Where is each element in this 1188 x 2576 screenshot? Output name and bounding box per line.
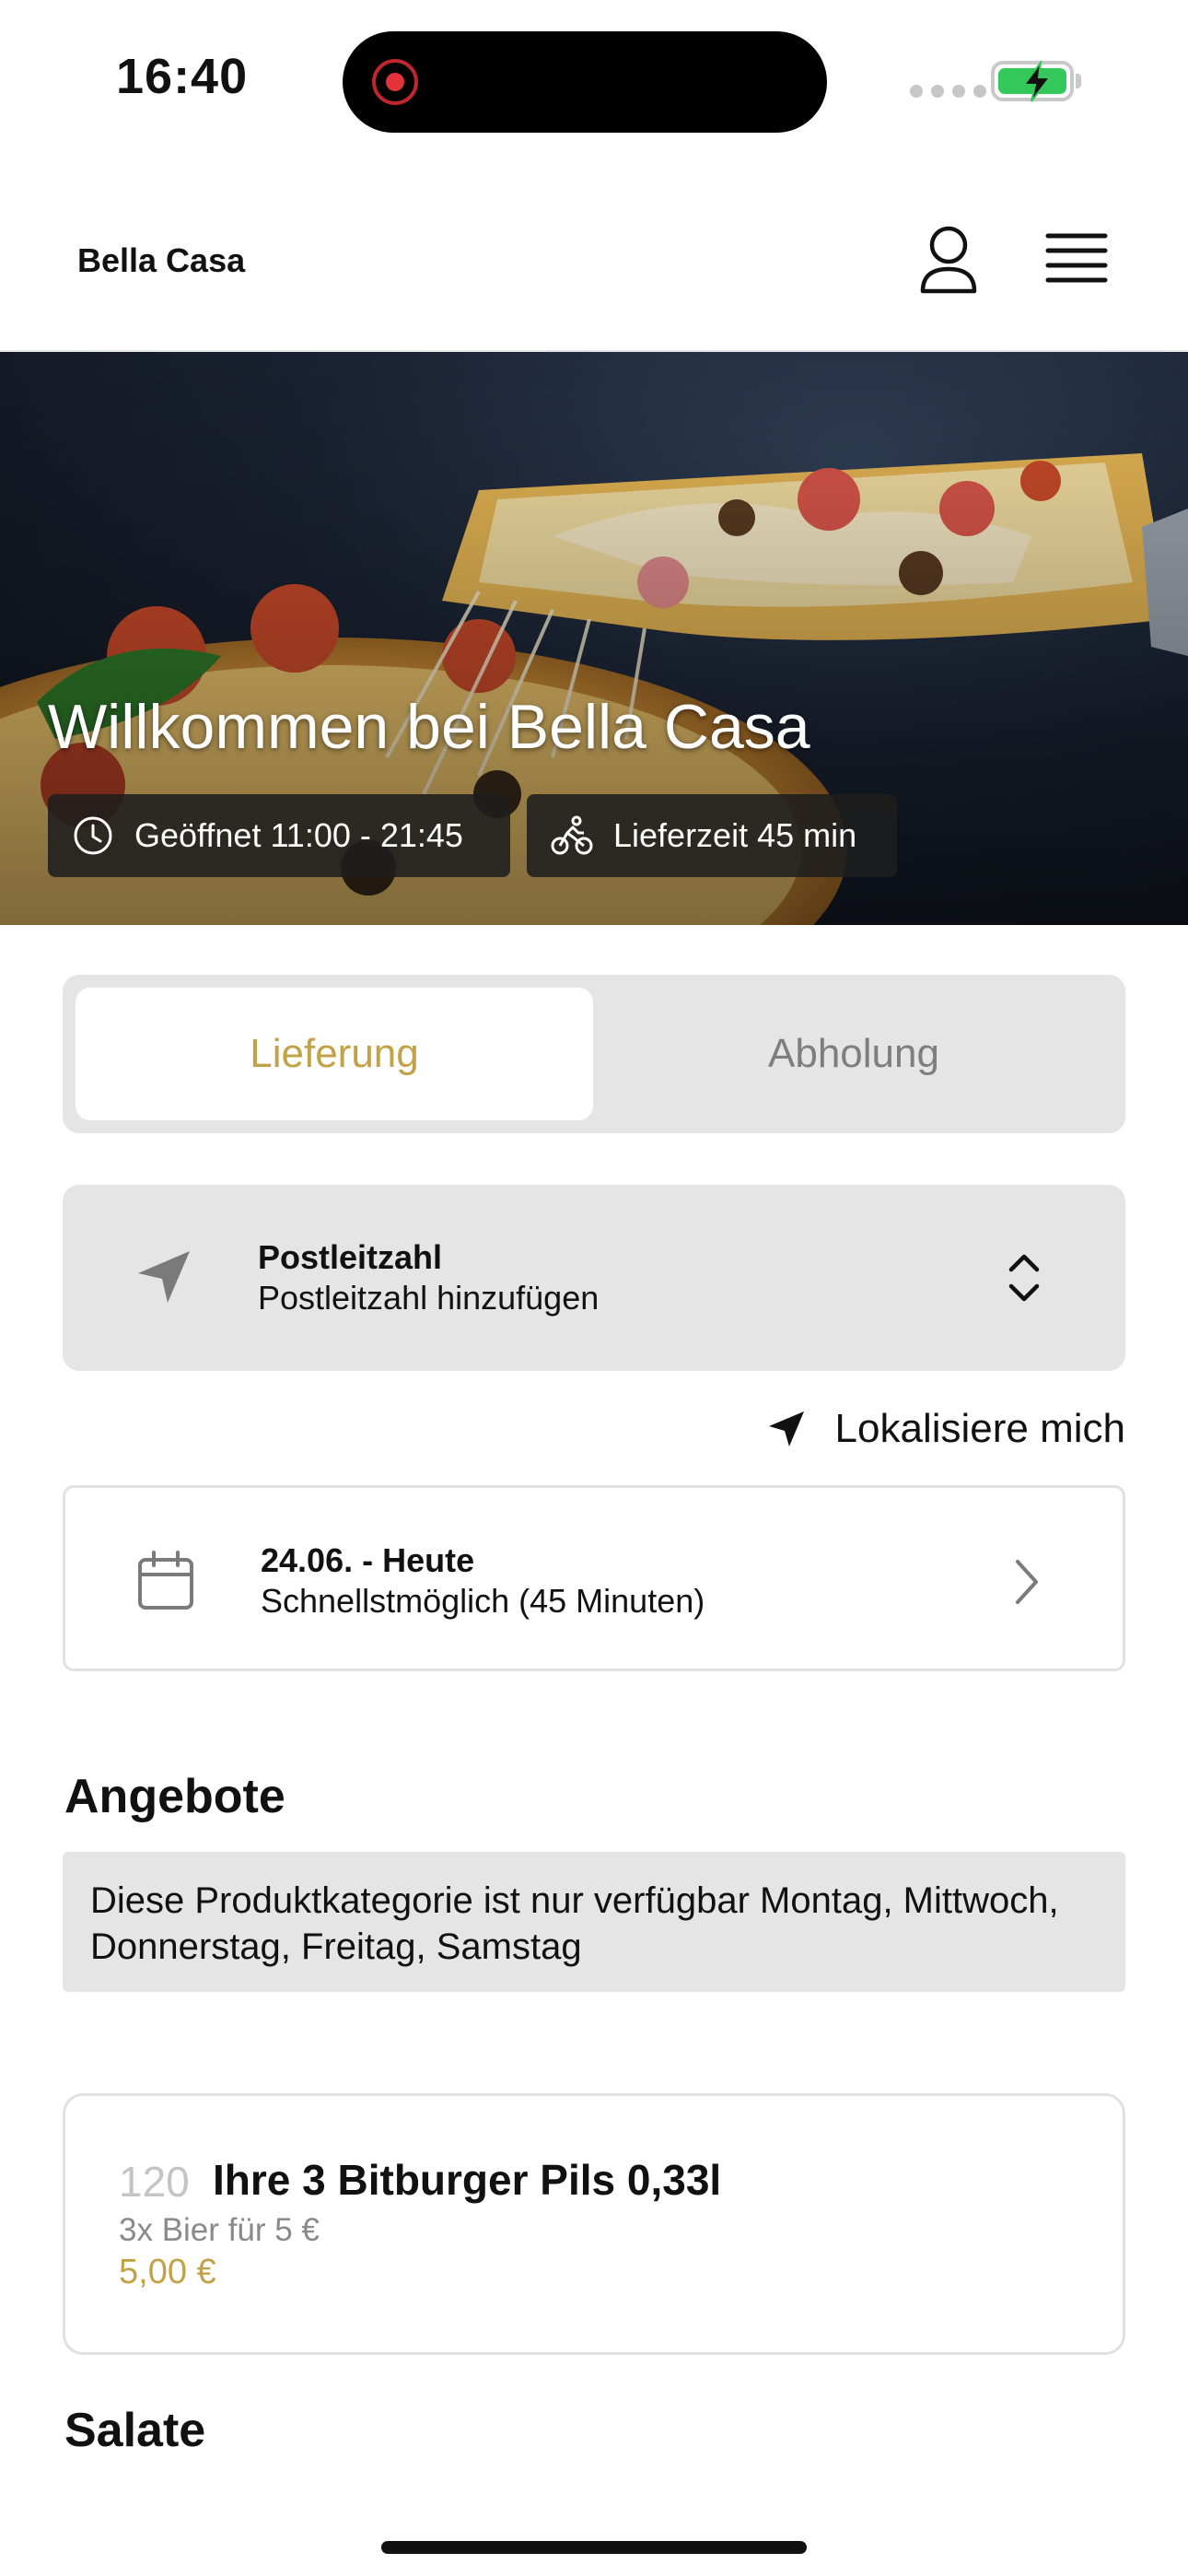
location-arrow-icon [138, 1251, 190, 1303]
delivery-time-text: Lieferzeit 45 min [613, 816, 857, 854]
calendar-icon [138, 1551, 193, 1610]
delivery-tab[interactable]: Lieferung [76, 988, 593, 1120]
locate-me-label: Lokalisiere mich [834, 1406, 1125, 1451]
location-arrow-icon [768, 1411, 804, 1446]
delivery-date-selector[interactable]: 24.06. - Heute Schnellstmöglich (45 Minu… [63, 1485, 1125, 1671]
bike-icon [551, 815, 593, 855]
product-card[interactable]: 120 Ihre 3 Bitburger Pils 0,33l 3x Bier … [63, 2093, 1125, 2355]
home-indicator[interactable] [381, 2541, 807, 2554]
chevron-up-down-icon [1008, 1254, 1040, 1302]
brand-name[interactable]: Bella Casa [77, 241, 245, 280]
delivery-time-chip: Lieferzeit 45 min [527, 794, 897, 877]
product-number: 120 [119, 2158, 190, 2206]
product-price: 5,00 € [119, 2253, 216, 2291]
hero-banner: Willkommen bei Bella Casa Geöffnet 11:00… [0, 352, 1188, 925]
user-icon[interactable] [912, 223, 985, 297]
battery-cap [1076, 74, 1081, 88]
status-time: 16:40 [116, 49, 249, 104]
app-header: Bella Casa [0, 157, 1188, 352]
status-bar: 16:40 [0, 0, 1188, 157]
postcode-label: Postleitzahl [258, 1238, 443, 1276]
recording-indicator-icon [372, 59, 418, 105]
product-description: 3x Bier für 5 € [119, 2212, 320, 2248]
date-value: Schnellstmöglich (45 Minuten) [261, 1582, 705, 1620]
chevron-right-icon [1016, 1560, 1038, 1604]
battery-icon [991, 61, 1074, 102]
opening-hours-text: Geöffnet 11:00 - 21:45 [134, 816, 463, 854]
product-name: Ihre 3 Bitburger Pils 0,33l [213, 2156, 722, 2204]
order-mode-toggle: Lieferung Abholung [63, 975, 1125, 1133]
section-title-salate: Salate [64, 2404, 206, 2457]
availability-notice: Diese Produktkategorie ist nur verfügbar… [63, 1852, 1125, 1992]
date-label: 24.06. - Heute [261, 1541, 475, 1579]
section-title-angebote: Angebote [64, 1770, 285, 1823]
clock-icon [74, 816, 112, 855]
hero-title: Willkommen bei Bella Casa [48, 692, 810, 762]
menu-icon[interactable] [1035, 227, 1112, 291]
signal-icon [910, 85, 986, 98]
dynamic-island [343, 31, 827, 133]
postcode-placeholder: Postleitzahl hinzufügen [258, 1279, 600, 1317]
pickup-tab[interactable]: Abholung [595, 988, 1112, 1120]
postcode-selector[interactable]: Postleitzahl Postleitzahl hinzufügen [63, 1185, 1125, 1371]
locate-me-button[interactable]: Lokalisiere mich [746, 1400, 1125, 1458]
opening-hours-chip: Geöffnet 11:00 - 21:45 [48, 794, 510, 877]
